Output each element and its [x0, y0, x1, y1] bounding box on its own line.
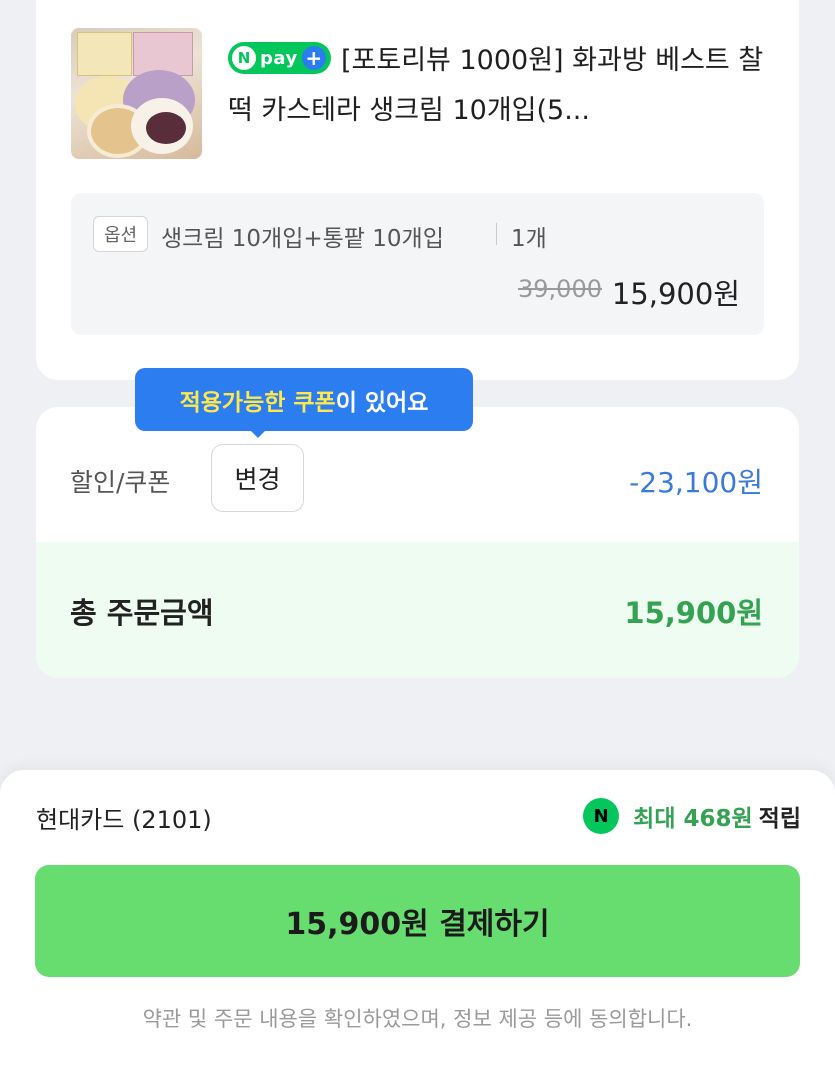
option-tag: 옵션: [93, 216, 149, 252]
option-name: 생크림 10개입+통팥 10개입: [161, 226, 444, 252]
total-amount: 15,900원: [624, 596, 763, 630]
divider: [496, 223, 497, 245]
product-thumbnail[interactable]: [71, 28, 202, 159]
payment-card-name[interactable]: 현대카드 (2101): [36, 800, 212, 835]
option-summary: 옵션 생크림 10개입+통팥 10개입 1개 39,000 15,900원: [71, 193, 764, 335]
tooltip-arrow: [248, 428, 268, 438]
pay-button[interactable]: 15,900원 결제하기: [35, 865, 800, 977]
tooltip-highlight: 적용가능한 쿠폰: [179, 389, 336, 416]
reward-info: N 최대 468원 적립: [583, 798, 801, 834]
npay-plus-badge: N pay +: [228, 42, 331, 74]
reward-suffix: 적립: [758, 806, 801, 832]
total-label: 총 주문금액: [70, 596, 214, 630]
reward-amount: 최대 468원: [633, 806, 753, 832]
option-quantity: 1개: [511, 226, 547, 252]
total-row: 총 주문금액 15,900원: [36, 542, 799, 678]
discount-label: 할인/쿠폰: [70, 468, 171, 497]
payment-sheet: 현대카드 (2101) N 최대 468원 적립 15,900원 결제하기 약관…: [0, 770, 835, 1067]
discount-amount: -23,100원: [629, 466, 763, 499]
plus-icon: +: [301, 46, 326, 70]
original-price: 39,000: [518, 275, 602, 303]
sale-price: 15,900원: [611, 277, 740, 311]
thumb-box-yellow: [77, 32, 132, 76]
agreement-text: 약관 및 주문 내용을 확인하였으며, 정보 제공 등에 동의합니다.: [142, 1007, 693, 1031]
tooltip-text: 이 있어요: [335, 389, 429, 416]
product-card: [포토리뷰 1000원] 화과방 베스트 찰떡 카스테라 생크림 10개입(5.…: [36, 0, 799, 380]
naver-point-icon: N: [583, 798, 620, 834]
npay-n-icon: N: [232, 46, 256, 70]
thumb-bean-filling: [146, 112, 186, 144]
change-coupon-button[interactable]: 변경: [211, 444, 304, 512]
coupon-card: 할인/쿠폰 변경 -23,100원 총 주문금액 15,900원: [36, 407, 799, 678]
coupon-tooltip: 적용가능한 쿠폰 이 있어요: [135, 368, 473, 431]
npay-label: pay: [260, 47, 298, 69]
